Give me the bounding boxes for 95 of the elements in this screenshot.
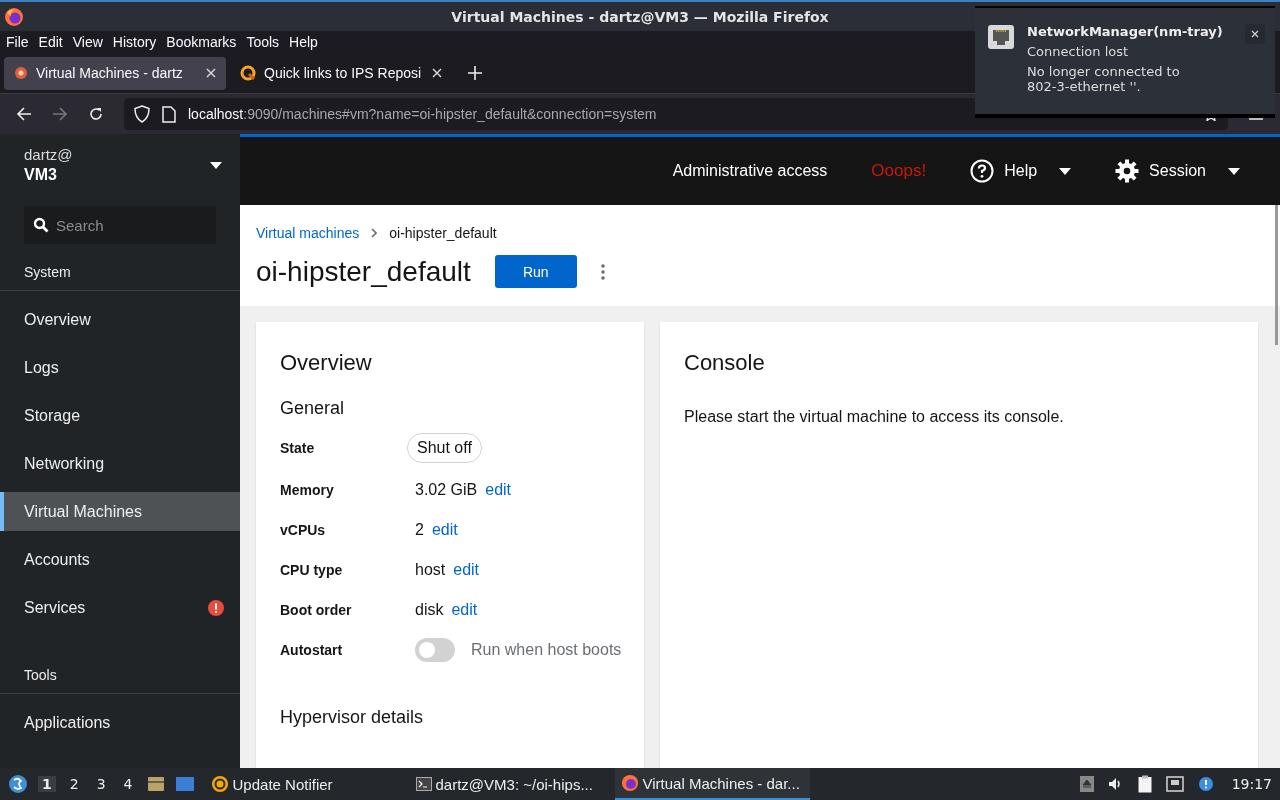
workspace-button[interactable]: 3 [92,776,110,792]
site-icon [240,65,256,81]
menu-item[interactable]: File [6,34,29,50]
close-icon[interactable] [206,68,216,78]
field-value: 2 [415,521,424,539]
menu-item[interactable]: History [112,34,157,50]
notification-title: NetworkManager(nm-tray) [1027,24,1224,39]
menu-item[interactable]: Tools [246,34,280,50]
breadcrumb-current: oi-hipster_default [389,225,497,241]
notification-body: No longer connected to 802-3-ethernet ''. [1027,64,1181,94]
task-button[interactable]: Update Notifier [204,768,400,800]
close-icon[interactable] [432,68,442,78]
nav-item[interactable]: Storage [0,396,240,435]
page-title: oi-hipster_default [256,255,471,288]
edit-link[interactable]: edit [485,481,512,499]
browser-logo-icon [620,774,639,792]
field-label: CPU type [280,562,344,578]
field-value: host [415,561,446,579]
notification-icon[interactable] [1197,776,1214,792]
run-button[interactable]: Run [494,255,577,288]
task-button[interactable]: dartz@VM3: ~/oi-hips... [409,768,605,800]
nav-item[interactable]: Accounts [0,540,240,579]
host-selector[interactable]: dartz@ VM3 [0,134,240,194]
field-label: State [280,440,316,456]
workspace-button[interactable]: 4 [119,776,137,792]
menu-item[interactable]: Help [289,34,318,50]
admin-access-button[interactable]: Administrative access [672,162,828,180]
new-tab-icon[interactable] [468,66,482,80]
edit-link[interactable]: edit [451,601,478,619]
nav-item[interactable]: Services [0,588,240,627]
window-title: Virtual Machines - dartz@VM3 — Mozilla Firefox [450,8,830,25]
toggle-switch[interactable] [415,638,455,662]
field-label: Autostart [280,642,344,658]
file-manager-icon[interactable] [146,776,165,792]
workspace-button[interactable]: 2 [65,776,83,792]
warning-text: Ooops! [871,161,927,181]
back-icon[interactable] [16,106,32,122]
edit-link[interactable]: edit [453,561,480,579]
network-port-icon [987,24,1015,50]
close-icon [1251,30,1259,38]
section-title: Tools [23,666,58,685]
menu-item[interactable]: Edit [38,34,63,50]
section-heading: General [280,398,346,419]
network-icon[interactable] [1165,776,1184,792]
section-heading: Hypervisor details [280,707,425,728]
nav-item[interactable]: Overview [0,300,240,339]
terminal-icon [415,777,432,791]
switch-label: Run when host boots [471,641,622,659]
nav-item[interactable]: Virtual Machines [0,492,240,531]
settings-icon [1115,159,1140,183]
help-menu-button[interactable]: Help [1004,162,1038,180]
clipboard-icon[interactable] [1137,775,1152,793]
kebab-menu-icon[interactable] [600,263,605,280]
workspace-button[interactable]: 1 [38,776,56,792]
field-label: Memory [280,482,335,498]
search-field[interactable]: Search [24,206,216,244]
shield-icon [134,105,150,123]
tab-title: Virtual Machines - dartz [36,65,184,81]
session-menu-button[interactable]: Session [1149,162,1206,180]
card-title: Overview [280,350,373,376]
tab-title: Quick links to IPS Reposi [264,65,423,81]
field-label: vCPUs [280,522,327,538]
field-label: Boot order [280,602,353,618]
page-icon [162,105,176,123]
desktop-icon[interactable] [174,776,195,792]
section-title: System [23,263,72,282]
browser-logo-icon [4,6,24,27]
update-icon [210,775,229,793]
help-icon [970,159,995,183]
nav-item[interactable]: Applications [0,703,240,742]
caret-icon [1059,167,1072,175]
field-value: disk [415,601,444,619]
console-message: Please start the virtual machine to access its console. [684,408,1065,426]
chevron-icon [371,228,378,238]
browser-tab[interactable]: Virtual Machines - dartz [4,56,226,90]
breadcrumb-link[interactable]: Virtual machines [256,225,360,241]
edit-link[interactable]: edit [431,521,458,539]
caret-icon [210,161,222,169]
card-title: Console [684,350,766,376]
reload-icon[interactable] [88,106,104,122]
task-button[interactable]: Virtual Machines - dar... [614,768,810,800]
field-value: 3.02 GiB [415,481,478,499]
eject-icon[interactable] [1079,776,1094,792]
nav-item[interactable]: Networking [0,444,240,483]
forward-icon[interactable] [52,106,68,122]
notification-summary: Connection lost [1027,44,1130,59]
start-menu-icon[interactable] [8,774,28,794]
caret-icon [1228,167,1240,175]
clock: 19:17 [1231,776,1272,792]
close-button[interactable] [1245,24,1265,44]
menu-item[interactable]: Bookmarks [166,34,237,50]
menu-item[interactable]: View [72,34,103,50]
nav-item[interactable]: Logs [0,348,240,387]
site-icon [14,66,28,80]
browser-tab[interactable]: Quick links to IPS Reposi [230,56,452,90]
